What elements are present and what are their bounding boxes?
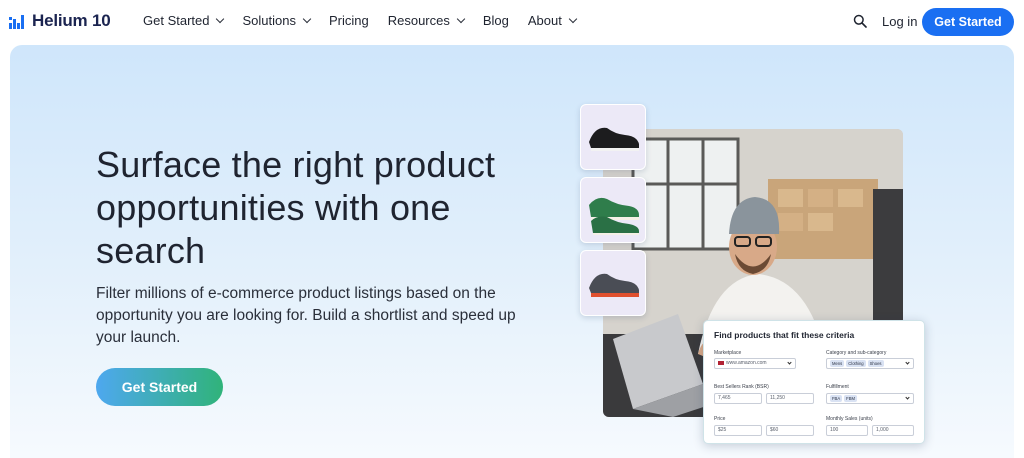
nav-item-label: Pricing bbox=[328, 13, 369, 28]
sales-max-input[interactable]: 1,000 bbox=[872, 425, 914, 436]
us-flag-icon bbox=[718, 360, 724, 365]
chevron-down-icon bbox=[905, 360, 910, 365]
chevron-down-icon bbox=[216, 14, 225, 23]
nav-item-label: Blog bbox=[482, 13, 509, 28]
nav-item-resources[interactable]: Resources bbox=[387, 13, 466, 28]
price-label: Price bbox=[714, 416, 726, 422]
chevron-down-icon bbox=[568, 14, 578, 23]
hero-get-started-button[interactable]: Get Started bbox=[96, 368, 223, 406]
bsr-max-input[interactable]: 11,250 bbox=[766, 393, 814, 404]
nav-item-label: About bbox=[527, 13, 562, 28]
chevron-down-icon bbox=[787, 360, 792, 365]
price-min-input[interactable]: $25 bbox=[714, 425, 762, 436]
brand-name: Helium 10 bbox=[32, 11, 111, 30]
nav-item-label: Solutions bbox=[242, 13, 296, 28]
marketplace-value: www.amazon.com bbox=[726, 360, 767, 366]
product-thumbnail[interactable] bbox=[580, 177, 646, 243]
bsr-label: Best Sellers Rank (BSR) bbox=[714, 384, 769, 390]
category-tag[interactable]: Shoes bbox=[867, 360, 884, 367]
chevron-down-icon bbox=[302, 14, 312, 23]
category-label: Category and sub-category bbox=[826, 350, 887, 356]
marketplace-label: Marketplace bbox=[714, 350, 742, 356]
nav-item-label: Resources bbox=[387, 13, 450, 28]
category-tag[interactable]: Clothing bbox=[846, 360, 866, 367]
monthly-sales-label: Monthly Sales (units) bbox=[826, 416, 873, 422]
nav-item-solutions[interactable]: Solutions bbox=[242, 13, 312, 28]
fulfillment-tag[interactable]: FBM bbox=[844, 395, 857, 402]
filter-card-title: Find products that fit these criteria bbox=[714, 330, 855, 340]
hero-headline: Surface the right product opportunities … bbox=[96, 144, 496, 271]
brand-logo[interactable]: Helium 10 bbox=[9, 11, 111, 31]
logo-bars-icon bbox=[9, 13, 27, 29]
category-tag[interactable]: Mens bbox=[830, 360, 845, 367]
sales-min-input[interactable]: 100 bbox=[826, 425, 868, 436]
green-sneaker-icon bbox=[589, 197, 639, 235]
top-navigation: Helium 10 Get Started Solutions Pricing … bbox=[0, 0, 1024, 44]
chevron-down-icon bbox=[905, 395, 910, 400]
hero-subtext: Filter millions of e-commerce product li… bbox=[96, 285, 516, 346]
fulfillment-select[interactable]: FBA FBM bbox=[826, 393, 914, 404]
product-thumbnail[interactable] bbox=[580, 250, 646, 316]
marketplace-select[interactable]: www.amazon.com bbox=[714, 358, 796, 369]
price-max-input[interactable]: $60 bbox=[766, 425, 814, 436]
category-select[interactable]: Mens Clothing Shoes bbox=[826, 358, 914, 369]
nav-get-started-button[interactable]: Get Started bbox=[922, 8, 1014, 36]
hero-section: Surface the right product opportunities … bbox=[10, 45, 1014, 458]
nav-item-blog[interactable]: Blog bbox=[483, 13, 509, 28]
product-thumbnail[interactable] bbox=[580, 104, 646, 170]
nav-item-get-started[interactable]: Get Started bbox=[143, 13, 225, 28]
login-link[interactable]: Log in bbox=[882, 14, 917, 29]
bsr-min-input[interactable]: 7,465 bbox=[714, 393, 762, 404]
product-filter-card: Find products that fit these criteria Ma… bbox=[703, 320, 925, 444]
black-sneaker-icon bbox=[589, 127, 639, 151]
nav-item-label: Get Started bbox=[143, 13, 210, 28]
chevron-down-icon bbox=[456, 14, 466, 23]
nav-item-pricing[interactable]: Pricing bbox=[329, 13, 369, 28]
nav-item-about[interactable]: About bbox=[527, 13, 578, 28]
fulfillment-label: Fulfillment bbox=[826, 384, 849, 390]
grey-sneaker-icon bbox=[589, 273, 639, 297]
main-menu: Get Started Solutions Pricing Resources … bbox=[143, 13, 595, 28]
fulfillment-tag[interactable]: FBA bbox=[830, 395, 843, 402]
search-icon[interactable] bbox=[853, 14, 867, 28]
